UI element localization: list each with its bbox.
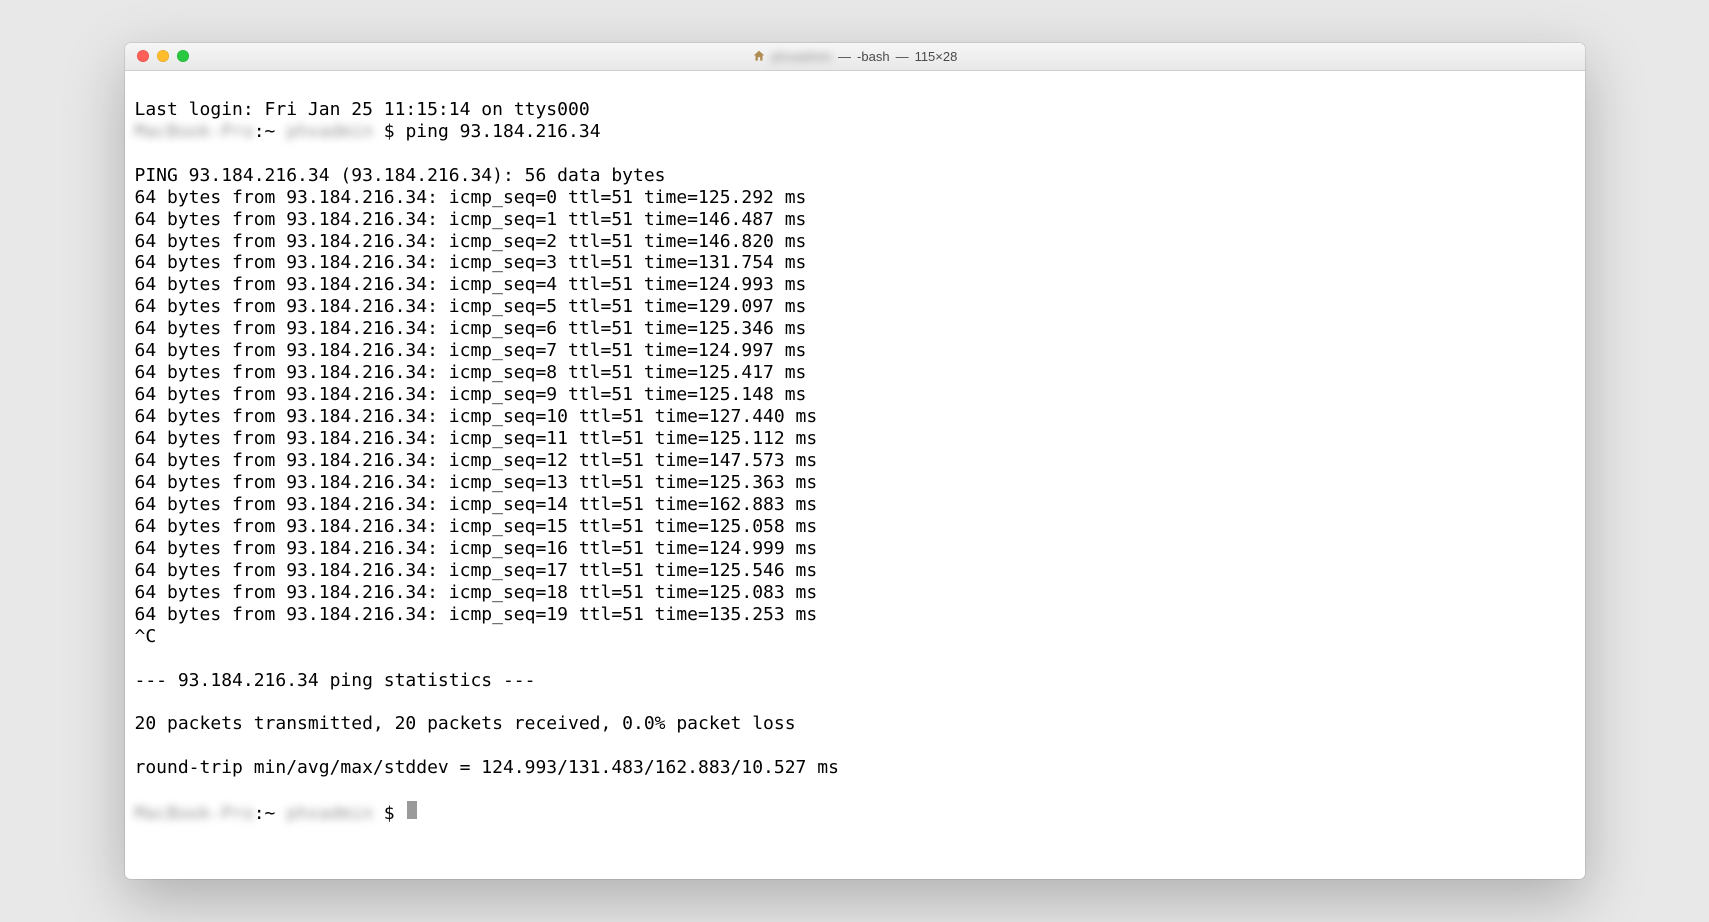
- home-icon: [752, 49, 766, 63]
- prompt1-dollar: $: [384, 121, 406, 143]
- prompt2-user: phxadmin: [286, 803, 373, 825]
- interrupt-line: ^C: [135, 626, 1575, 648]
- prompt1-cmd: ping 93.184.216.34: [405, 121, 600, 143]
- terminal-output[interactable]: Last login: Fri Jan 25 11:15:14 on ttys0…: [125, 71, 1585, 879]
- prompt-line-2: MacBook-Pro:~ phxadmin $: [135, 801, 1575, 825]
- terminal-window: phxadmin — -bash — 115×28 Last login: Fr…: [125, 43, 1585, 879]
- window-title: phxadmin — -bash — 115×28: [125, 49, 1585, 64]
- title-user-blurred: phxadmin: [772, 49, 832, 64]
- minimize-button[interactable]: [157, 50, 169, 62]
- close-button[interactable]: [137, 50, 149, 62]
- stats-header: --- 93.184.216.34 ping statistics ---: [135, 670, 1575, 692]
- last-login-line: Last login: Fri Jan 25 11:15:14 on ttys0…: [135, 99, 1575, 121]
- title-sep1: —: [838, 49, 851, 64]
- ping-header: PING 93.184.216.34 (93.184.216.34): 56 d…: [135, 165, 1575, 187]
- prompt1-user: phxadmin: [286, 121, 373, 143]
- traffic-lights: [125, 50, 189, 62]
- stats-rtt: round-trip min/avg/max/stddev = 124.993/…: [135, 757, 1575, 779]
- titlebar[interactable]: phxadmin — -bash — 115×28: [125, 43, 1585, 71]
- title-size: 115×28: [915, 49, 958, 64]
- prompt1-mid: :~: [254, 121, 287, 143]
- ping-replies: 64 bytes from 93.184.216.34: icmp_seq=0 …: [135, 187, 818, 625]
- zoom-button[interactable]: [177, 50, 189, 62]
- stats-packets: 20 packets transmitted, 20 packets recei…: [135, 713, 1575, 735]
- prompt-line-1: MacBook-Pro:~ phxadmin $ ping 93.184.216…: [135, 121, 1575, 143]
- cursor: [407, 801, 417, 819]
- title-sep2: —: [896, 49, 909, 64]
- prompt2-host: MacBook-Pro: [135, 803, 254, 825]
- prompt1-host: MacBook-Pro: [135, 121, 254, 143]
- title-shell: -bash: [857, 49, 890, 64]
- prompt2-mid: :~: [254, 803, 287, 825]
- prompt2-dollar: $: [384, 803, 406, 825]
